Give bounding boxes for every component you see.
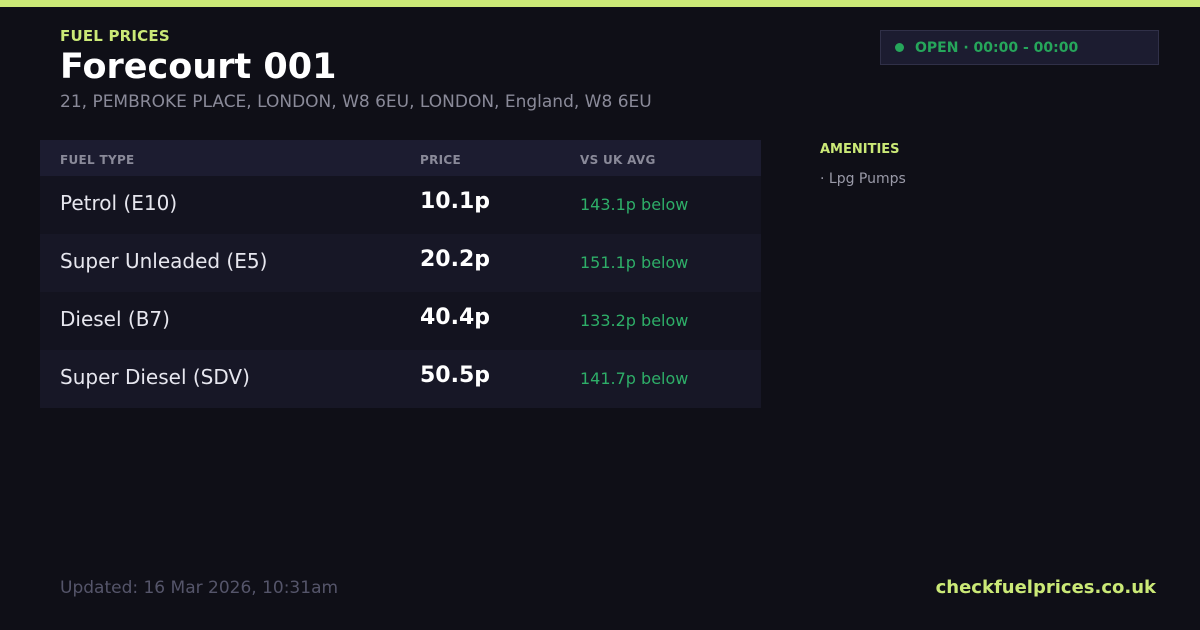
fuel-price: 50.5p (420, 363, 491, 388)
fuel-price-table: FUEL TYPE PRICE VS UK AVG Petrol (E10) 1… (40, 140, 761, 408)
price-difference: 133.2p below (580, 311, 689, 330)
amenities-list: · Lpg Pumps (820, 171, 906, 187)
fuel-name: Diesel (B7) (60, 307, 170, 331)
price-difference: 141.7p below (580, 369, 689, 388)
header-price: PRICE (420, 153, 462, 167)
fuel-name: Super Unleaded (E5) (60, 249, 268, 273)
opening-status-badge: OPEN · 00:00 - 00:00 (880, 30, 1159, 65)
table-header: FUEL TYPE PRICE VS UK AVG (40, 140, 761, 176)
price-difference: 143.1p below (580, 195, 689, 214)
fuel-price: 40.4p (420, 305, 491, 330)
table-row: Diesel (B7) 40.4p 133.2p below (40, 292, 761, 350)
page-title: Forecourt 001 (60, 47, 337, 87)
header-vs-uk-avg: VS UK AVG (580, 153, 656, 167)
amenity-item: · Lpg Pumps (820, 171, 906, 187)
fuel-price: 20.2p (420, 247, 491, 272)
fuel-price: 10.1p (420, 189, 491, 214)
table-row: Petrol (E10) 10.1p 143.1p below (40, 176, 761, 234)
price-difference: 151.1p below (580, 253, 689, 272)
status-text: OPEN · 00:00 - 00:00 (915, 39, 1079, 56)
fuel-name: Super Diesel (SDV) (60, 365, 250, 389)
section-eyebrow: FUEL PRICES (60, 27, 170, 45)
status-dot-icon (895, 43, 904, 52)
last-updated-text: Updated: 16 Mar 2026, 10:31am (60, 578, 339, 598)
site-link[interactable]: checkfuelprices.co.uk (936, 577, 1156, 598)
header-fuel-type: FUEL TYPE (60, 153, 135, 167)
station-address: 21, PEMBROKE PLACE, LONDON, W8 6EU, LOND… (60, 92, 652, 112)
fuel-name: Petrol (E10) (60, 191, 178, 215)
table-row: Super Diesel (SDV) 50.5p 141.7p below (40, 350, 761, 408)
top-accent-bar (0, 0, 1200, 7)
amenities-title: AMENITIES (820, 142, 900, 157)
table-row: Super Unleaded (E5) 20.2p 151.1p below (40, 234, 761, 292)
